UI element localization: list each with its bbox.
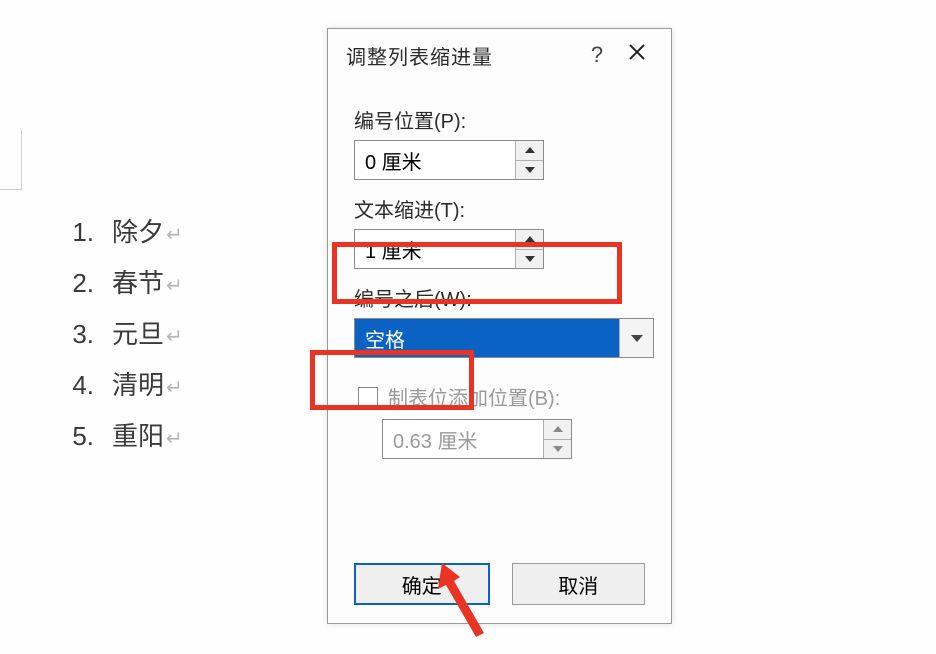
number-position-label: 编号位置(P): — [354, 105, 649, 134]
adjust-list-indents-dialog: 调整列表缩进量 ? 编号位置(P): 0 厘米 文本缩进(T): 1 厘米 编号… — [327, 28, 672, 624]
list-number: 3. — [62, 310, 112, 358]
chevron-down-icon — [553, 446, 563, 452]
list-text: 元旦 — [112, 310, 164, 358]
list-text: 清明 — [112, 361, 164, 409]
tabstop-value: 0.63 厘米 — [383, 420, 543, 458]
list-number: 1. — [62, 208, 112, 256]
list-text: 除夕 — [112, 208, 164, 256]
chevron-up-icon — [553, 426, 563, 432]
list-item[interactable]: 3. 元旦 ↵ — [62, 310, 183, 361]
spinner-down-button[interactable] — [516, 160, 543, 180]
text-indent-spinner[interactable]: 1 厘米 — [354, 229, 544, 269]
list-text: 重阳 — [112, 412, 164, 460]
after-number-selected: 空格 — [355, 319, 619, 357]
spinner-down-button — [544, 439, 571, 459]
return-mark-icon: ↵ — [166, 262, 183, 310]
tabstop-checkbox-row[interactable]: 制表位添加位置(B): — [358, 382, 649, 411]
chevron-down-icon — [525, 256, 535, 262]
help-button[interactable]: ? — [577, 42, 617, 68]
after-number-dropdown[interactable]: 空格 — [354, 318, 654, 358]
text-indent-label: 文本缩进(T): — [354, 194, 649, 223]
list-number: 4. — [62, 361, 112, 409]
spinner-down-button[interactable] — [516, 249, 543, 269]
tabstop-checkbox[interactable] — [358, 387, 378, 407]
number-position-spinner[interactable]: 0 厘米 — [354, 140, 544, 180]
text-indent-value[interactable]: 1 厘米 — [355, 230, 515, 268]
spinner-up-button — [544, 420, 571, 439]
numbered-list: 1. 除夕 ↵ 2. 春节 ↵ 3. 元旦 ↵ 4. 清明 ↵ 5. 重阳 ↵ — [62, 208, 183, 463]
list-item[interactable]: 2. 春节 ↵ — [62, 259, 183, 310]
return-mark-icon: ↵ — [166, 211, 183, 259]
dialog-footer: 确定 取消 — [328, 563, 671, 605]
number-position-value[interactable]: 0 厘米 — [355, 141, 515, 179]
list-text: 春节 — [112, 259, 164, 307]
spinner-up-button[interactable] — [516, 141, 543, 160]
chevron-up-icon — [525, 236, 535, 242]
list-item[interactable]: 4. 清明 ↵ — [62, 361, 183, 412]
ok-button[interactable]: 确定 — [354, 563, 490, 605]
tabstop-spinner: 0.63 厘米 — [382, 419, 572, 459]
list-number: 5. — [62, 412, 112, 460]
dropdown-caret-button[interactable] — [619, 319, 653, 357]
list-number: 2. — [62, 259, 112, 307]
return-mark-icon: ↵ — [166, 415, 183, 463]
chevron-down-icon — [631, 335, 643, 342]
close-button[interactable] — [617, 42, 657, 68]
list-item[interactable]: 5. 重阳 ↵ — [62, 412, 183, 463]
page-corner-mark — [0, 130, 22, 190]
tabstop-label: 制表位添加位置(B): — [388, 382, 560, 411]
spinner-up-button[interactable] — [516, 230, 543, 249]
chevron-up-icon — [525, 147, 535, 153]
chevron-down-icon — [525, 167, 535, 173]
dialog-title: 调整列表缩进量 — [346, 41, 577, 70]
cancel-button[interactable]: 取消 — [512, 563, 646, 605]
after-number-label: 编号之后(W): — [354, 283, 649, 312]
return-mark-icon: ↵ — [166, 313, 183, 361]
dialog-titlebar[interactable]: 调整列表缩进量 ? — [328, 29, 671, 81]
list-item[interactable]: 1. 除夕 ↵ — [62, 208, 183, 259]
close-icon — [627, 42, 647, 62]
return-mark-icon: ↵ — [166, 364, 183, 412]
